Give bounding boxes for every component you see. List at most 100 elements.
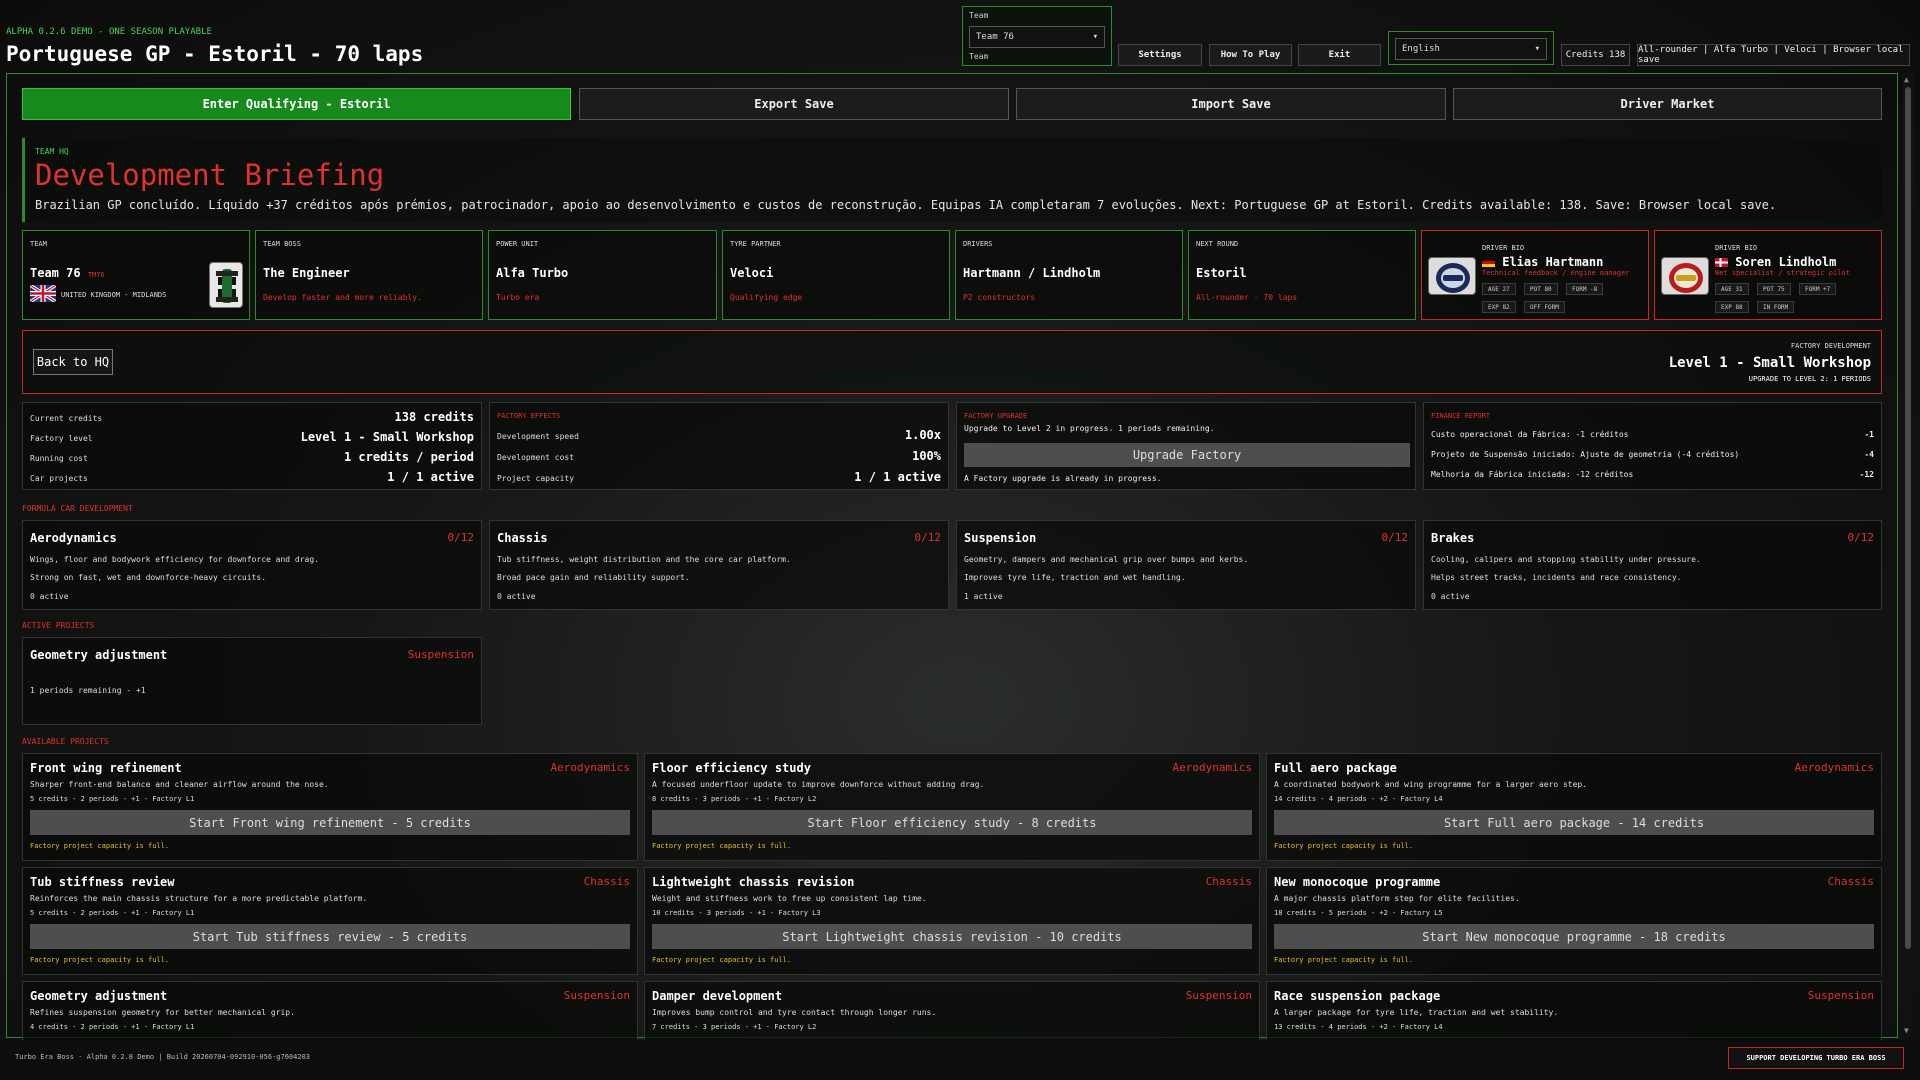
start-project-button[interactable]: Start Full aero package - 14 credits <box>1274 810 1874 835</box>
language-selector-panel: English ▾ <box>1388 31 1554 65</box>
finance-row: Projeto de Suspensão iniciado: Ajuste de… <box>1431 450 1874 459</box>
scroll-down-icon[interactable]: ▼ <box>1904 1026 1909 1035</box>
start-project-button[interactable]: Start Front wing refinement - 5 credits <box>30 810 630 835</box>
back-to-hq-button[interactable]: Back to HQ <box>33 349 113 375</box>
app-root: ALPHA 0.2.6 DEMO - ONE SEASON PLAYABLE P… <box>0 0 1920 1080</box>
project-meta: 5 credits - 2 periods - +1 - Factory L1 <box>30 909 195 917</box>
next-value: Estoril <box>1196 266 1247 280</box>
project-title: New monocoque programme <box>1274 875 1441 889</box>
area-card-aerodynamics[interactable]: Aerodynamics 0/12 Wings, floor and bodyw… <box>22 520 482 610</box>
project-meta: 8 credits - 3 periods - +1 - Factory L2 <box>652 795 817 803</box>
stat-label: Car projects <box>30 474 88 483</box>
stat-value: 1 credits / period <box>343 450 474 464</box>
project-meta: 5 credits - 2 periods - +1 - Factory L1 <box>30 795 195 803</box>
effect-row: Development cost 100% <box>497 449 941 463</box>
area-active: 0 active <box>30 592 69 601</box>
project-title: Floor efficiency study <box>652 761 811 775</box>
power-value: Alfa Turbo <box>496 266 569 280</box>
project-card: Full aero package Aerodynamics A coordinat… <box>1266 753 1882 861</box>
helmet-icon <box>1428 257 1476 295</box>
driver-pill: AGE 27 <box>1482 283 1516 295</box>
scrollbar-thumb[interactable] <box>1905 87 1911 949</box>
stat-value: 138 credits <box>394 410 474 424</box>
area-card-suspension[interactable]: Suspension 0/12 Geometry, dampers and me… <box>956 520 1416 610</box>
project-title: Front wing refinement <box>30 761 182 775</box>
driver-pill: POT 80 <box>1524 283 1558 295</box>
factory-header-bar: Back to HQ FACTORY DEVELOPMENT Level 1 -… <box>22 330 1882 394</box>
project-category: Chassis <box>1205 875 1252 888</box>
driver-bio-key: DRIVER BIO <box>1715 244 1758 252</box>
driver-name: Soren Lindholm <box>1715 255 1836 269</box>
effect-label: Development speed <box>497 432 579 441</box>
scroll-up-icon[interactable]: ▲ <box>1904 75 1909 84</box>
area-card-brakes[interactable]: Brakes 0/12 Cooling, calipers and stoppi… <box>1423 520 1882 610</box>
page-title: Portuguese GP - Estoril - 70 laps <box>6 42 424 66</box>
project-capacity-warning: Factory project capacity is full. <box>1274 842 1414 850</box>
stat-row: Current credits 138 credits <box>30 410 474 424</box>
start-project-button[interactable]: Start New monocoque programme - 18 credi… <box>1274 924 1874 949</box>
project-title: Full aero package <box>1274 761 1397 775</box>
project-capacity-warning: Factory project capacity is full. <box>652 956 792 964</box>
export-save-button[interactable]: Export Save <box>579 88 1009 120</box>
start-project-button[interactable]: Start Lightweight chassis revision - 10 … <box>652 924 1252 949</box>
driver-role: Wet specialist / strategic pilot <box>1715 269 1850 277</box>
area-title: Brakes <box>1431 531 1475 545</box>
development-briefing: TEAM HQ Development Briefing Brazilian G… <box>22 138 1882 222</box>
area-desc: Tub stiffness, weight distribution and t… <box>497 555 791 564</box>
de-flag-icon <box>1482 258 1495 267</box>
project-description: Sharper front-end balance and cleaner ai… <box>30 780 329 789</box>
area-active: 0 active <box>497 592 536 601</box>
finance-row: Melhoria da Fábrica iniciada: -12 crédit… <box>1431 470 1874 479</box>
driver-bio-card[interactable]: DRIVER BIO Elias Hartmann Technical feed… <box>1421 230 1649 320</box>
team-select[interactable]: Team 76 ▾ <box>969 26 1105 48</box>
exit-button[interactable]: Exit <box>1298 44 1381 66</box>
stat-value: 1 / 1 active <box>387 470 474 484</box>
factory-dev-key: FACTORY DEVELOPMENT <box>1790 342 1871 350</box>
scrollbar[interactable]: ▲ ▼ <box>1902 73 1914 1038</box>
support-button[interactable]: SUPPORT DEVELOPING TURBO ERA BOSS <box>1728 1047 1904 1069</box>
start-project-button[interactable]: Start Floor efficiency study - 8 credits <box>652 810 1252 835</box>
factory-stats-panel: Current credits 138 credits Factory level… <box>22 402 482 490</box>
project-category: Aerodynamics <box>550 761 630 774</box>
drivers-sub: P2 constructors <box>963 293 1036 302</box>
driver-bio-card[interactable]: DRIVER BIO Soren Lindholm Wet specialist… <box>1654 230 1882 320</box>
enter-qualifying-button[interactable]: Enter Qualifying - Estoril <box>22 88 571 120</box>
finance-label: Melhoria da Fábrica iniciada: -12 crédit… <box>1431 470 1634 479</box>
import-save-button[interactable]: Import Save <box>1016 88 1446 120</box>
active-project-card[interactable]: Geometry adjustment Suspension 1 periods… <box>22 637 482 725</box>
settings-button[interactable]: Settings <box>1118 44 1202 66</box>
area-active: 1 active <box>964 592 1003 601</box>
active-project-status: 1 periods remaining - +1 <box>30 686 146 695</box>
area-desc: Helps street tracks, incidents and race … <box>1431 573 1682 582</box>
effect-value: 1 / 1 active <box>854 470 941 484</box>
power-unit-card: POWER UNIT Alfa Turbo Turbo era <box>488 230 717 320</box>
team-label: Team <box>969 11 989 20</box>
language-select-value: English <box>1402 44 1440 54</box>
finance-value: -12 <box>1859 470 1874 479</box>
driver-market-button[interactable]: Driver Market <box>1453 88 1882 120</box>
briefing-title: Development Briefing <box>35 158 385 192</box>
team-code: TM76 <box>87 271 105 279</box>
driver-pill: POT 75 <box>1757 283 1791 295</box>
effect-label: Project capacity <box>497 474 575 483</box>
finance-title: FINANCE REPORT <box>1431 412 1491 420</box>
how-to-play-button[interactable]: How To Play <box>1209 44 1292 66</box>
tyre-sub: Qualifying edge <box>730 293 803 302</box>
area-count: 0/12 <box>1381 531 1409 544</box>
driver-pill: FORM +7 <box>1799 283 1837 295</box>
area-desc: Improves tyre life, traction and wet han… <box>964 573 1186 582</box>
project-card: Tub stiffness review Chassis Reinforces th… <box>22 867 638 975</box>
factory-effects-panel: FACTORY EFFECTS Development speed 1.00x D… <box>489 402 949 490</box>
start-project-button[interactable]: Start Tub stiffness review - 5 credits <box>30 924 630 949</box>
boss-sub: Develop faster and more reliably. <box>263 293 422 302</box>
upgrade-factory-button[interactable]: Upgrade Factory <box>964 443 1410 467</box>
finance-row: Custo operacional da Fábrica: -1 crédito… <box>1431 430 1874 439</box>
dk-flag-icon <box>1715 258 1728 267</box>
stat-label: Current credits <box>30 414 103 423</box>
project-description: A coordinated bodywork and wing programm… <box>1274 780 1588 789</box>
factory-upgrade-panel: FACTORY UPGRADE Upgrade to Level 2 in pr… <box>956 402 1416 490</box>
area-count: 0/12 <box>1847 531 1875 544</box>
language-select[interactable]: English ▾ <box>1395 38 1547 60</box>
drivers-value: Hartmann / Lindholm <box>963 266 1101 280</box>
area-card-chassis[interactable]: Chassis 0/12 Tub stiffness, weight distr… <box>489 520 949 610</box>
